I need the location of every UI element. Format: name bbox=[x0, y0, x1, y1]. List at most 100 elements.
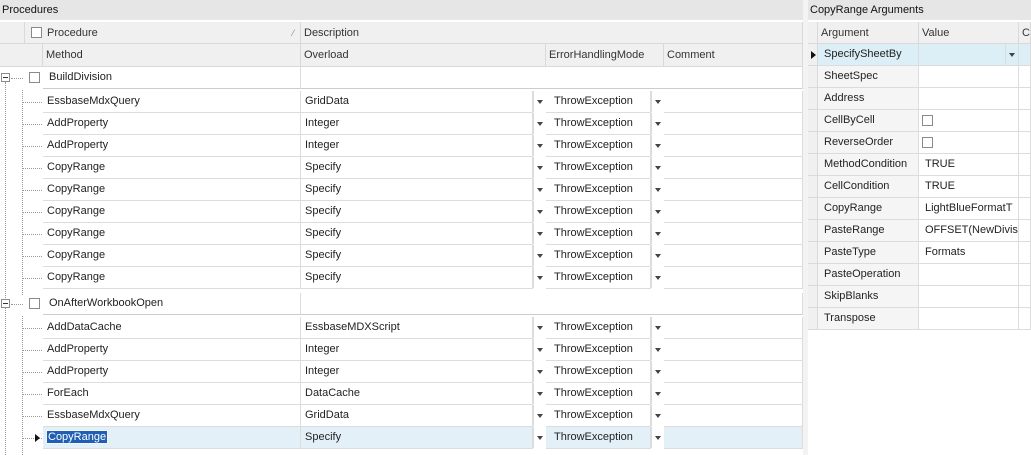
argument-value-cell[interactable] bbox=[919, 66, 1019, 88]
dropdown-arrow-button[interactable] bbox=[533, 157, 546, 178]
comment-cell[interactable] bbox=[664, 223, 803, 245]
argument-comment-cell[interactable] bbox=[1019, 220, 1031, 242]
procedure-description-cell[interactable] bbox=[301, 67, 803, 89]
error-mode-cell[interactable]: ThrowException bbox=[546, 361, 651, 383]
overload-cell[interactable]: GridData bbox=[301, 91, 533, 113]
overload-cell[interactable]: Specify bbox=[301, 245, 533, 267]
overload-cell[interactable]: Specify bbox=[301, 267, 533, 289]
dropdown-arrow-button[interactable] bbox=[533, 361, 546, 382]
comment-cell[interactable] bbox=[664, 135, 803, 157]
overload-cell[interactable]: Integer bbox=[301, 339, 533, 361]
dropdown-arrow-button[interactable] bbox=[651, 339, 664, 360]
comment-cell[interactable] bbox=[664, 113, 803, 135]
argument-value-cell[interactable] bbox=[919, 308, 1019, 330]
argument-comment-cell[interactable] bbox=[1019, 154, 1031, 176]
method-cell[interactable]: CopyRange bbox=[43, 179, 301, 201]
error-mode-cell[interactable]: ThrowException bbox=[546, 427, 651, 449]
error-mode-cell[interactable]: ThrowException bbox=[546, 267, 651, 289]
comment-cell[interactable] bbox=[664, 267, 803, 289]
comment-cell[interactable] bbox=[664, 339, 803, 361]
overload-cell[interactable]: EssbaseMDXScript bbox=[301, 317, 533, 339]
dropdown-arrow-button[interactable] bbox=[533, 245, 546, 266]
procedure-name-cell[interactable]: OnAfterWorkbookOpen bbox=[43, 293, 301, 315]
select-all-checkbox[interactable] bbox=[31, 27, 42, 38]
dropdown-arrow-button[interactable] bbox=[533, 135, 546, 156]
dropdown-arrow-button[interactable] bbox=[651, 383, 664, 404]
dropdown-arrow-button[interactable] bbox=[533, 383, 546, 404]
comment-cell[interactable] bbox=[664, 157, 803, 179]
argument-value-cell[interactable]: TRUE bbox=[919, 176, 1019, 198]
method-cell[interactable]: CopyRange bbox=[43, 245, 301, 267]
arg-comment-column-header[interactable]: Co bbox=[1019, 22, 1031, 44]
method-cell[interactable]: EssbaseMdxQuery bbox=[43, 405, 301, 427]
argument-value-cell[interactable]: OFFSET(NewDivisi bbox=[919, 220, 1019, 242]
error-mode-cell[interactable]: ThrowException bbox=[546, 201, 651, 223]
comment-cell[interactable] bbox=[664, 405, 803, 427]
overload-cell[interactable]: GridData bbox=[301, 405, 533, 427]
dropdown-arrow-button[interactable] bbox=[651, 135, 664, 156]
argument-comment-cell[interactable] bbox=[1019, 286, 1031, 308]
method-cell[interactable]: AddProperty bbox=[43, 135, 301, 157]
argument-comment-cell[interactable] bbox=[1019, 44, 1031, 66]
error-mode-cell[interactable]: ThrowException bbox=[546, 317, 651, 339]
collapse-toggle-icon[interactable] bbox=[1, 73, 10, 82]
dropdown-arrow-button[interactable] bbox=[533, 427, 546, 448]
argument-comment-cell[interactable] bbox=[1019, 242, 1031, 264]
error-mode-cell[interactable]: ThrowException bbox=[546, 135, 651, 157]
overload-cell[interactable]: Specify bbox=[301, 201, 533, 223]
dropdown-arrow-button[interactable] bbox=[533, 201, 546, 222]
dropdown-arrow-button[interactable] bbox=[533, 223, 546, 244]
argument-comment-cell[interactable] bbox=[1019, 176, 1031, 198]
overload-cell[interactable]: Specify bbox=[301, 157, 533, 179]
argument-comment-cell[interactable] bbox=[1019, 110, 1031, 132]
value-column-header[interactable]: Value bbox=[919, 22, 1019, 44]
dropdown-arrow-button[interactable] bbox=[651, 245, 664, 266]
error-mode-cell[interactable]: ThrowException bbox=[546, 245, 651, 267]
overload-cell[interactable]: Specify bbox=[301, 179, 533, 201]
comment-cell[interactable] bbox=[664, 91, 803, 113]
comment-column-header[interactable]: Comment bbox=[664, 44, 803, 67]
method-cell[interactable]: AddProperty bbox=[43, 361, 301, 383]
argument-value-checkbox[interactable] bbox=[922, 115, 933, 126]
overload-cell[interactable]: Specify bbox=[301, 223, 533, 245]
procedure-description-cell[interactable] bbox=[301, 293, 803, 315]
dropdown-arrow-button[interactable] bbox=[651, 91, 664, 112]
error-mode-cell[interactable]: ThrowException bbox=[546, 339, 651, 361]
argument-comment-cell[interactable] bbox=[1019, 132, 1031, 154]
argument-value-cell[interactable] bbox=[919, 110, 1019, 132]
argument-comment-cell[interactable] bbox=[1019, 66, 1031, 88]
comment-cell[interactable] bbox=[664, 427, 803, 449]
dropdown-arrow-button[interactable] bbox=[651, 201, 664, 222]
dropdown-arrow-button[interactable] bbox=[533, 339, 546, 360]
dropdown-arrow-button[interactable] bbox=[651, 179, 664, 200]
comment-cell[interactable] bbox=[664, 361, 803, 383]
method-cell[interactable]: CopyRange bbox=[43, 157, 301, 179]
overload-cell[interactable]: DataCache bbox=[301, 383, 533, 405]
dropdown-arrow-button[interactable] bbox=[651, 223, 664, 244]
error-mode-cell[interactable]: ThrowException bbox=[546, 113, 651, 135]
comment-cell[interactable] bbox=[664, 317, 803, 339]
argument-value-checkbox[interactable] bbox=[922, 137, 933, 148]
argument-comment-cell[interactable] bbox=[1019, 198, 1031, 220]
error-mode-column-header[interactable]: ErrorHandlingMode bbox=[546, 44, 664, 67]
error-mode-cell[interactable]: ThrowException bbox=[546, 157, 651, 179]
error-mode-cell[interactable]: ThrowException bbox=[546, 223, 651, 245]
comment-cell[interactable] bbox=[664, 201, 803, 223]
argument-column-header[interactable]: Argument bbox=[818, 22, 919, 44]
method-cell[interactable]: CopyRange bbox=[43, 427, 301, 449]
argument-comment-cell[interactable] bbox=[1019, 88, 1031, 110]
overload-cell[interactable]: Integer bbox=[301, 361, 533, 383]
comment-cell[interactable] bbox=[664, 245, 803, 267]
dropdown-arrow-button[interactable] bbox=[651, 113, 664, 134]
argument-value-cell[interactable]: Formats bbox=[919, 242, 1019, 264]
method-cell[interactable]: EssbaseMdxQuery bbox=[43, 91, 301, 113]
dropdown-arrow-button[interactable] bbox=[651, 361, 664, 382]
dropdown-arrow-button[interactable] bbox=[533, 91, 546, 112]
argument-value-cell[interactable] bbox=[919, 88, 1019, 110]
overload-cell[interactable]: Integer bbox=[301, 113, 533, 135]
overload-cell[interactable]: Specify bbox=[301, 427, 533, 449]
argument-value-cell[interactable]: LightBlueFormatT bbox=[919, 198, 1019, 220]
dropdown-arrow-button[interactable] bbox=[651, 427, 664, 448]
procedure-name-cell[interactable]: BuildDivision bbox=[43, 67, 301, 89]
method-cell[interactable]: AddProperty bbox=[43, 339, 301, 361]
